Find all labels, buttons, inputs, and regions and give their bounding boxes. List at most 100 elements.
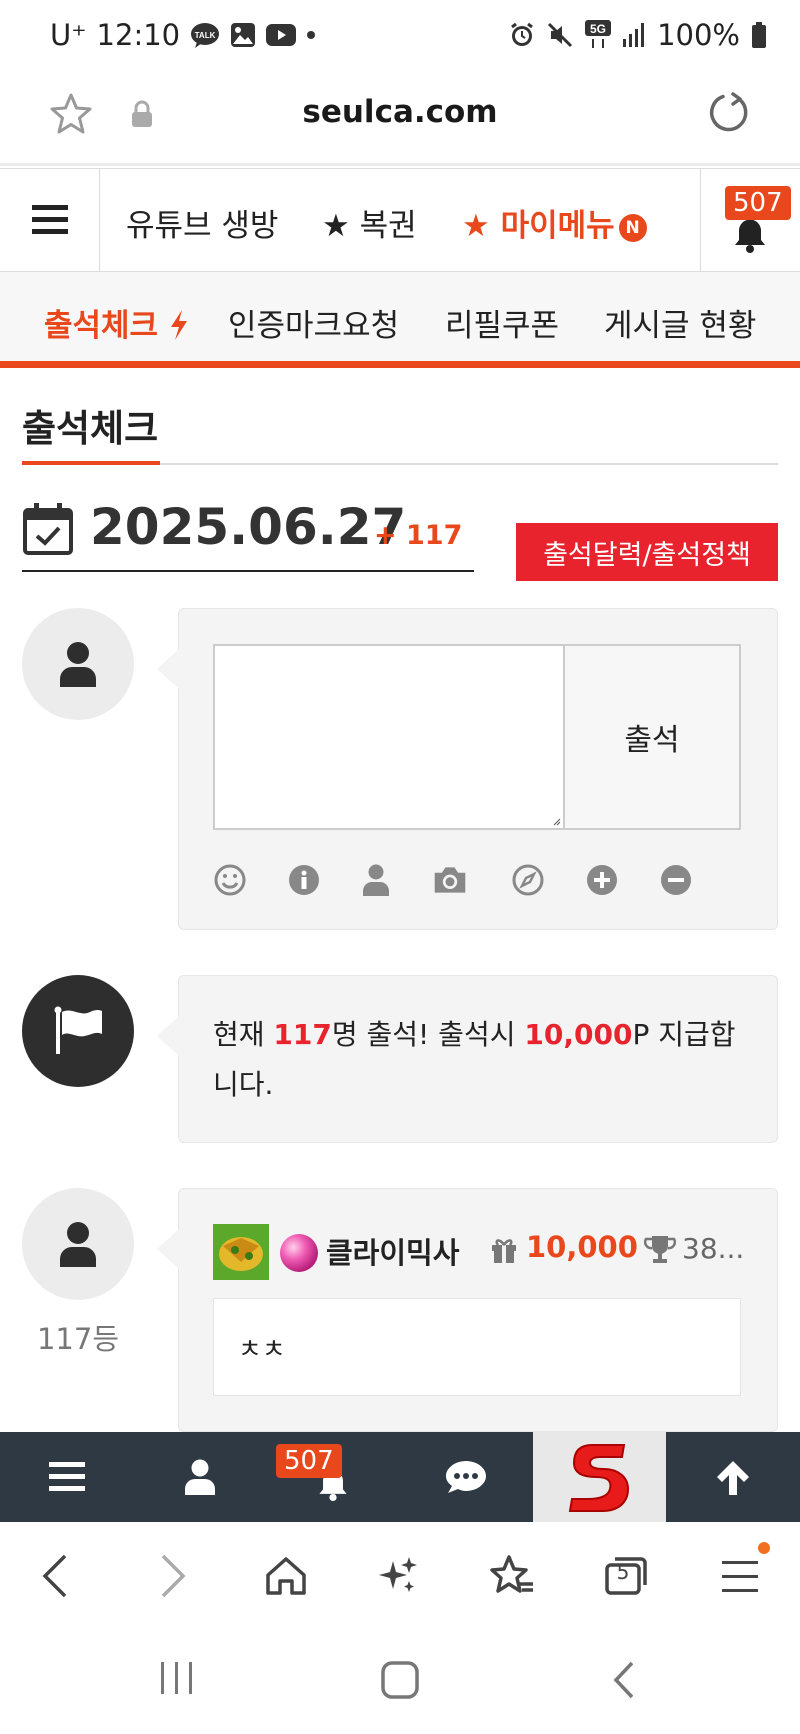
info-middle: 명 출석! 출석시 xyxy=(331,1018,525,1051)
info-icon[interactable] xyxy=(286,862,322,898)
recent-apps-button[interactable] xyxy=(158,1660,196,1700)
recent-apps-icon xyxy=(161,1662,192,1694)
gallery-icon xyxy=(230,22,256,48)
footer-user-button[interactable] xyxy=(133,1432,266,1522)
minus-circle-icon[interactable] xyxy=(658,862,694,898)
smile-icon[interactable] xyxy=(212,862,248,898)
home-button[interactable] xyxy=(258,1548,314,1604)
ai-assist-button[interactable] xyxy=(370,1548,426,1604)
nav-my-menu[interactable]: ★ 마이메뉴 N xyxy=(462,200,647,245)
battery-label: 100% xyxy=(657,18,740,52)
gem-icon xyxy=(278,1232,320,1278)
home-square-icon xyxy=(381,1661,419,1699)
gift-icon xyxy=(490,1236,518,1268)
attend-comment-input[interactable] xyxy=(213,644,565,830)
status-right: 5G 100% xyxy=(509,18,766,52)
menu-notification-dot xyxy=(758,1542,770,1554)
attendance-info-text: 현재 117명 출석! 출석시 10,000P 지급합니다. xyxy=(213,1010,753,1110)
status-bar: U⁺ 12:10 TALK 5G 100% xyxy=(0,0,800,76)
site-logo-icon xyxy=(568,1444,629,1512)
page-title: 출석체크 xyxy=(22,407,159,450)
kakaotalk-icon: TALK xyxy=(190,22,220,48)
tab-cert-request[interactable]: 인증마크요청 xyxy=(228,300,399,345)
chevron-left-icon xyxy=(42,1554,67,1598)
menu-button[interactable] xyxy=(0,168,100,272)
plus-circle-icon[interactable] xyxy=(584,862,620,898)
clock: 12:10 xyxy=(96,18,181,52)
svg-text:5G: 5G xyxy=(590,22,606,36)
system-back-button[interactable] xyxy=(610,1660,638,1704)
calendar-policy-button[interactable]: 출석달력/출석정책 xyxy=(516,523,778,581)
mute-icon xyxy=(547,22,573,48)
chevron-right-icon xyxy=(161,1554,186,1598)
chevron-left-icon xyxy=(613,1661,634,1699)
hamburger-icon xyxy=(31,205,68,234)
user-icon xyxy=(60,1222,96,1267)
tab-attendance[interactable]: 출석체크 xyxy=(44,300,189,345)
resize-handle-icon[interactable] xyxy=(553,818,561,826)
signal-icon xyxy=(623,23,645,47)
flag-icon xyxy=(54,1006,102,1054)
system-home-button[interactable] xyxy=(380,1660,420,1704)
home-icon xyxy=(266,1557,306,1595)
rank-label: 117등 xyxy=(36,1322,120,1356)
attend-submit-button[interactable]: 출석 xyxy=(563,644,741,830)
notification-button[interactable]: 507 xyxy=(700,168,800,272)
browser-menu-button[interactable] xyxy=(714,1542,770,1604)
dot-icon xyxy=(306,30,316,40)
user-icon[interactable] xyxy=(358,862,394,898)
my-avatar xyxy=(22,608,134,720)
new-badge: N xyxy=(618,213,647,242)
nav-youtube-live[interactable]: 유튜브 생방 xyxy=(126,200,278,245)
level-badge-icon xyxy=(213,1224,269,1284)
footer-scroll-top-button[interactable] xyxy=(666,1432,800,1522)
lightning-icon xyxy=(170,310,187,340)
nav-my-menu-label: ★ 마이메뉴 xyxy=(462,208,615,244)
footer-menu-button[interactable] xyxy=(0,1432,133,1522)
tab-post-status[interactable]: 게시글 현황 xyxy=(604,300,756,345)
info-prefix: 현재 xyxy=(213,1018,274,1051)
youtube-icon xyxy=(266,23,297,47)
battery-icon xyxy=(752,22,766,48)
flag-avatar xyxy=(22,975,134,1087)
network-5g-icon: 5G xyxy=(585,20,612,50)
hamburger-icon xyxy=(722,1561,758,1592)
forward-button[interactable] xyxy=(145,1548,201,1604)
camera-icon[interactable] xyxy=(432,862,468,898)
entry-username[interactable]: 클라이믹사 xyxy=(326,1230,459,1272)
footer-notification-button[interactable]: 507 xyxy=(266,1432,399,1522)
reload-icon[interactable] xyxy=(705,90,751,140)
footer-notification-count: 507 xyxy=(276,1444,342,1478)
entry-points: 10,000 xyxy=(526,1230,638,1264)
star-list-icon xyxy=(490,1555,533,1593)
tab-refill-coupon[interactable]: 리필쿠폰 xyxy=(445,300,559,345)
chat-icon xyxy=(445,1461,486,1493)
status-left: U⁺ 12:10 TALK xyxy=(50,18,316,52)
entry-avatar xyxy=(22,1188,134,1300)
url-text[interactable]: seulca.com xyxy=(0,94,800,130)
user-icon xyxy=(184,1459,215,1495)
compass-icon[interactable] xyxy=(510,862,546,898)
user-icon xyxy=(60,642,96,687)
alarm-icon xyxy=(509,22,535,48)
bookmarks-button[interactable] xyxy=(484,1548,540,1604)
attend-points: 10,000 xyxy=(524,1018,633,1051)
footer-chat-button[interactable] xyxy=(399,1432,532,1522)
carrier-label: U⁺ xyxy=(50,18,87,52)
hamburger-icon xyxy=(48,1462,85,1491)
back-button[interactable] xyxy=(27,1548,83,1604)
tabs-button[interactable]: 5 xyxy=(598,1548,654,1604)
attendance-delta: + 117 xyxy=(374,520,463,551)
arrow-up-icon xyxy=(717,1461,749,1495)
tab-attendance-label: 출석체크 xyxy=(44,308,159,344)
entry-comment: ㅊㅊ xyxy=(213,1298,741,1396)
svg-text:TALK: TALK xyxy=(195,31,216,40)
notification-count-badge: 507 xyxy=(725,186,791,220)
title-underline xyxy=(22,461,160,465)
tab-count: 5 xyxy=(616,1560,630,1584)
entry-trophy-count: 38... xyxy=(682,1232,745,1265)
attendee-count: 117 xyxy=(273,1018,332,1051)
trophy-icon xyxy=(643,1234,677,1268)
footer-logo-button[interactable] xyxy=(533,1432,666,1522)
nav-lottery[interactable]: ★ 복권 xyxy=(322,200,417,245)
